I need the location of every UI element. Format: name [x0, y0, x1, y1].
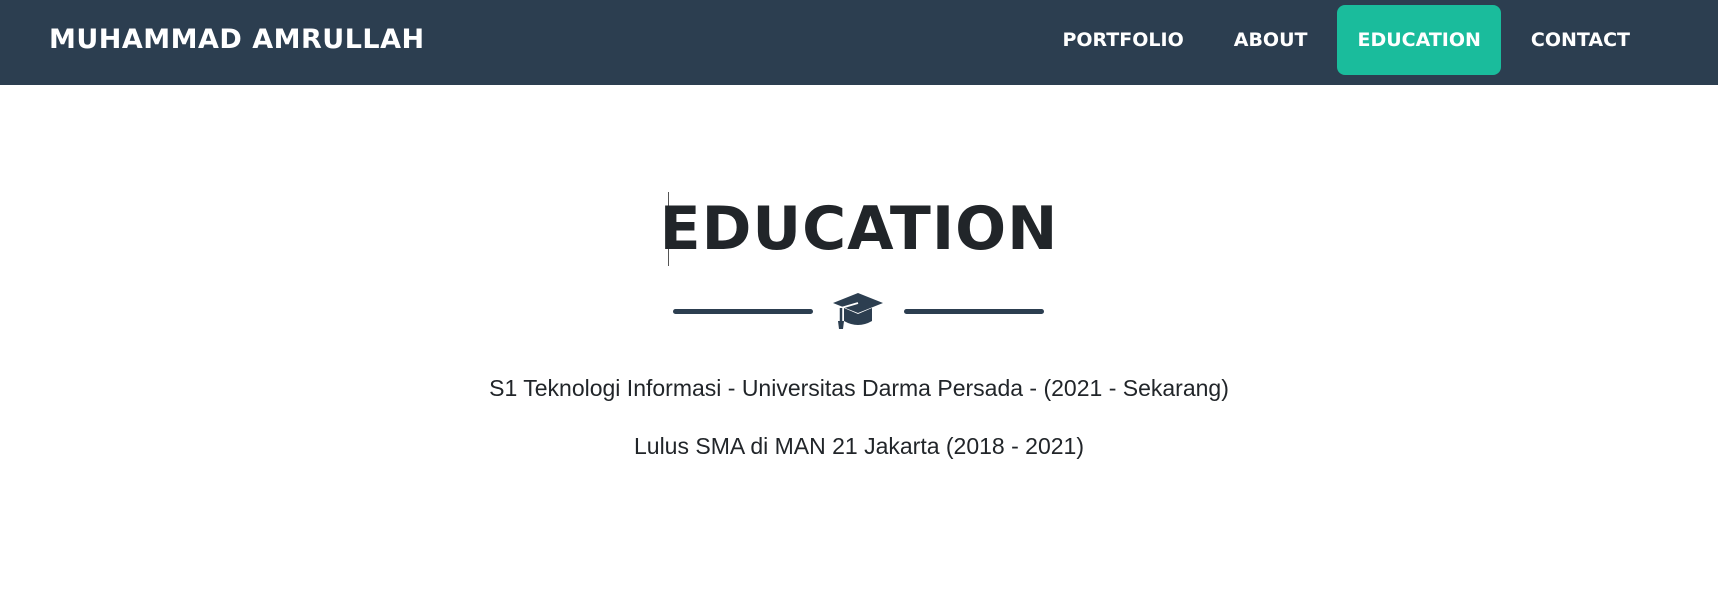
section-heading: EDUCATION — [659, 194, 1059, 264]
education-entry: Lulus SMA di MAN 21 Jakarta (2018 - 2021… — [633, 433, 1084, 459]
navbar: MUHAMMAD AMRULLAH PORTFOLIO ABOUT EDUCAT… — [0, 0, 1718, 85]
nav-item-education[interactable]: EDUCATION — [1337, 5, 1501, 75]
education-section: EDUCATION S1 Teknologi Informasi - Unive… — [0, 85, 1718, 603]
heading-divider — [0, 287, 1718, 329]
education-entry: S1 Teknologi Informasi - Universitas Dar… — [489, 375, 1229, 401]
brand-link[interactable]: MUHAMMAD AMRULLAH — [49, 0, 425, 80]
nav-item-about[interactable]: ABOUT — [1214, 5, 1328, 75]
nav-item-contact[interactable]: CONTACT — [1511, 5, 1650, 75]
nav-menu: PORTFOLIO ABOUT EDUCATION CONTACT — [1042, 5, 1718, 75]
graduation-cap-icon — [833, 293, 883, 329]
divider-line-right — [904, 309, 1044, 314]
divider-line-left — [673, 309, 813, 314]
nav-item-portfolio[interactable]: PORTFOLIO — [1042, 5, 1203, 75]
